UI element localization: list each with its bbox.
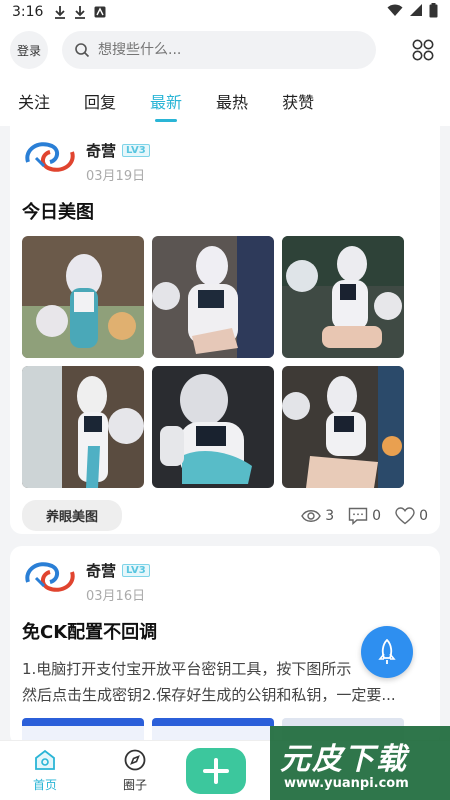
status-bar: 3:16	[0, 0, 450, 24]
watermark-title: 元皮下载	[280, 742, 408, 777]
nav-home[interactable]: 首页	[0, 748, 90, 793]
photo-grid	[22, 236, 428, 488]
watermark-url: www.yuanpi.com	[284, 776, 409, 791]
level-badge: LV3	[122, 144, 150, 157]
download-icon	[73, 5, 87, 19]
compass-icon	[124, 749, 146, 771]
author-avatar[interactable]	[22, 136, 78, 178]
post-stats: 3 0 0	[301, 506, 428, 525]
add-post-button[interactable]	[186, 747, 246, 794]
post-author: 奇营 LV3 03月19日	[22, 136, 428, 184]
watermark: 元皮下载 www.yuanpi.com	[270, 726, 450, 800]
post-screenshot[interactable]	[22, 718, 144, 740]
post-photo[interactable]	[152, 236, 274, 358]
signal-icon	[409, 3, 423, 21]
views-count: 3	[325, 507, 335, 524]
views-stat: 3	[301, 508, 334, 524]
level-badge: LV3	[122, 564, 150, 577]
post-title[interactable]: 今日美图	[22, 198, 428, 224]
login-button[interactable]: 登录	[10, 31, 48, 69]
post-date: 03月16日	[86, 589, 146, 604]
app-notification-icon	[93, 5, 107, 19]
author-name[interactable]: 奇营	[86, 560, 116, 581]
post-photo[interactable]	[282, 366, 404, 488]
tab-hottest[interactable]: 最热	[216, 76, 248, 126]
excerpt-line: 然后点击生成密钥2.保存好生成的公钥和私钥，一定要...	[22, 686, 396, 704]
post-author: 奇营 LV3 03月16日	[22, 556, 428, 604]
battery-icon	[429, 2, 438, 22]
post-card[interactable]: 奇营 LV3 03月19日 今日美图 养眼美图 3 0 0	[10, 126, 440, 534]
post-photo[interactable]	[22, 366, 144, 488]
nav-circle-label: 圈子	[122, 778, 147, 792]
top-bar: 登录	[0, 24, 450, 76]
download-icon	[53, 5, 67, 19]
heart-icon	[395, 506, 415, 524]
back-to-top-button[interactable]	[361, 626, 413, 678]
grid-icon	[412, 39, 434, 61]
comments-stat[interactable]: 0	[348, 507, 381, 525]
nav-home-label: 首页	[32, 778, 57, 792]
rocket-icon	[378, 639, 396, 664]
plus-icon	[203, 757, 229, 784]
likes-count: 0	[419, 507, 428, 524]
post-screenshot[interactable]	[152, 718, 274, 740]
post-photo[interactable]	[22, 236, 144, 358]
wifi-icon	[387, 4, 403, 21]
home-icon	[35, 749, 55, 770]
tab-reply[interactable]: 回复	[84, 76, 116, 126]
feed-tabs: 关注 回复 最新 最热 获赞	[0, 76, 450, 126]
search-input[interactable]	[98, 42, 338, 58]
post-photo[interactable]	[152, 366, 274, 488]
post-meta: 养眼美图 3 0 0	[22, 500, 428, 531]
author-name[interactable]: 奇营	[86, 140, 116, 161]
nav-circle[interactable]: 圈子	[90, 748, 180, 793]
post-photo[interactable]	[282, 236, 404, 358]
status-time: 3:16	[12, 4, 44, 20]
status-right	[387, 2, 438, 22]
likes-stat[interactable]: 0	[395, 506, 428, 525]
tab-follow[interactable]: 关注	[18, 76, 50, 126]
comments-count: 0	[372, 507, 382, 524]
post-tag[interactable]: 养眼美图	[22, 500, 123, 531]
tab-latest[interactable]: 最新	[150, 76, 182, 126]
comment-icon	[348, 507, 368, 525]
post-date: 03月19日	[86, 169, 146, 184]
search-icon	[74, 42, 90, 58]
category-grid-button[interactable]	[406, 33, 440, 67]
eye-icon	[301, 509, 322, 522]
author-avatar[interactable]	[22, 556, 78, 598]
tab-liked[interactable]: 获赞	[282, 76, 314, 126]
search-box[interactable]	[62, 31, 376, 69]
